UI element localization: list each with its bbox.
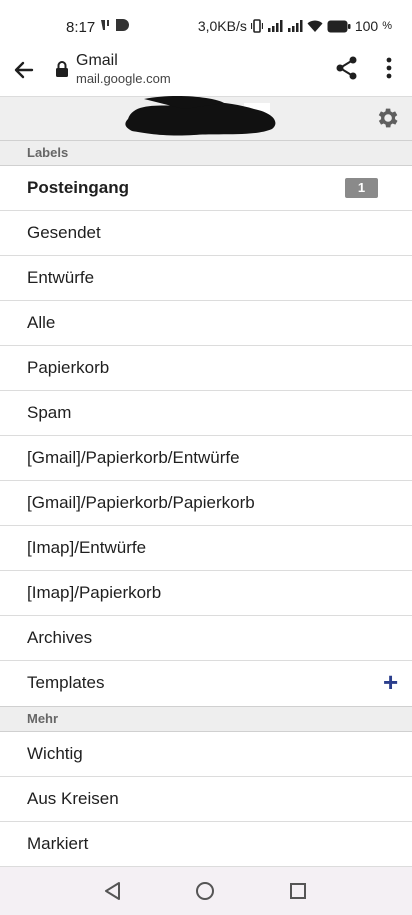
system-navigation-bar [0,867,412,915]
label-row-imap-papierkorb[interactable]: [Imap]/Papierkorb [0,571,412,616]
account-bar [0,96,412,141]
gear-icon[interactable] [374,105,400,131]
status-notification-icons [99,18,129,32]
vibrate-icon [250,19,263,33]
label-row-markiert[interactable]: Markiert [0,822,412,867]
page-title: Gmail [76,52,118,69]
wifi-icon [307,20,323,32]
label-name: Entwürfe [27,268,95,287]
label-name: Spam [27,403,72,422]
status-time: 8:17 [66,19,96,36]
label-row-archives[interactable]: Archives [0,616,412,661]
status-bar: 8:17 3,0KB/s 100% [0,0,412,50]
label-row-imap-entwuerfe[interactable]: [Imap]/Entwürfe [0,526,412,571]
label-name: Posteingang [27,178,130,197]
browser-toolbar: Gmail mail.google.com [0,50,412,96]
signal-icon-2 [287,20,303,32]
label-name: [Imap]/Entwürfe [27,538,147,557]
label-name: [Gmail]/Papierkorb/Papierkorb [27,493,255,512]
label-name: Archives [27,628,93,647]
network-speed: 3,0KB/s [197,18,247,34]
label-row-spam[interactable]: Spam [0,391,412,436]
battery-level: 100 [354,18,379,34]
label-name: Templates [27,673,105,692]
label-row-gesendet[interactable]: Gesendet [0,211,412,256]
label-name: Aus Kreisen [27,789,119,808]
back-nav-icon[interactable] [101,879,125,903]
page-url: mail.google.com [76,71,171,86]
unread-count-badge: 1 [345,178,378,198]
label-row-aus-kreisen[interactable]: Aus Kreisen [0,777,412,822]
label-name: [Gmail]/Papierkorb/Entwürfe [27,448,240,467]
label-name: [Imap]/Papierkorb [27,583,162,602]
label-row-gmail-papierkorb-papierkorb[interactable]: [Gmail]/Papierkorb/Papierkorb [0,481,412,526]
label-row-alle[interactable]: Alle [0,301,412,346]
status-right: 3,0KB/s 100% [198,18,392,34]
label-row-posteingang[interactable]: Posteingang 1 [0,166,412,211]
back-arrow-icon[interactable] [10,56,38,84]
more-vert-icon[interactable] [377,55,401,81]
label-name: Gesendet [27,223,101,242]
labels-section-header: Labels [0,140,412,166]
label-name: Wichtig [27,744,83,763]
redacted-account [125,96,276,136]
app-notification-icon [116,19,129,31]
battery-icon [327,20,351,32]
lock-icon [56,61,68,77]
home-nav-icon[interactable] [193,879,217,903]
label-row-entwuerfe[interactable]: Entwürfe [0,256,412,301]
label-row-papierkorb[interactable]: Papierkorb [0,346,412,391]
label-row-gmail-papierkorb-entwuerfe[interactable]: [Gmail]/Papierkorb/Entwürfe [0,436,412,481]
battery-percent-symbol: % [382,20,392,32]
signal-icon [267,20,283,32]
notification-icon [101,20,109,30]
label-row-wichtig[interactable]: Wichtig [0,732,412,777]
label-name: Papierkorb [27,358,110,377]
label-name: Markiert [27,834,89,853]
more-section-header: Mehr [0,706,412,732]
add-label-icon[interactable]: + [383,669,403,695]
share-icon[interactable] [334,55,360,81]
recents-nav-icon[interactable] [286,879,310,903]
label-row-templates[interactable]: Templates + [0,661,412,706]
label-name: Alle [27,313,56,332]
